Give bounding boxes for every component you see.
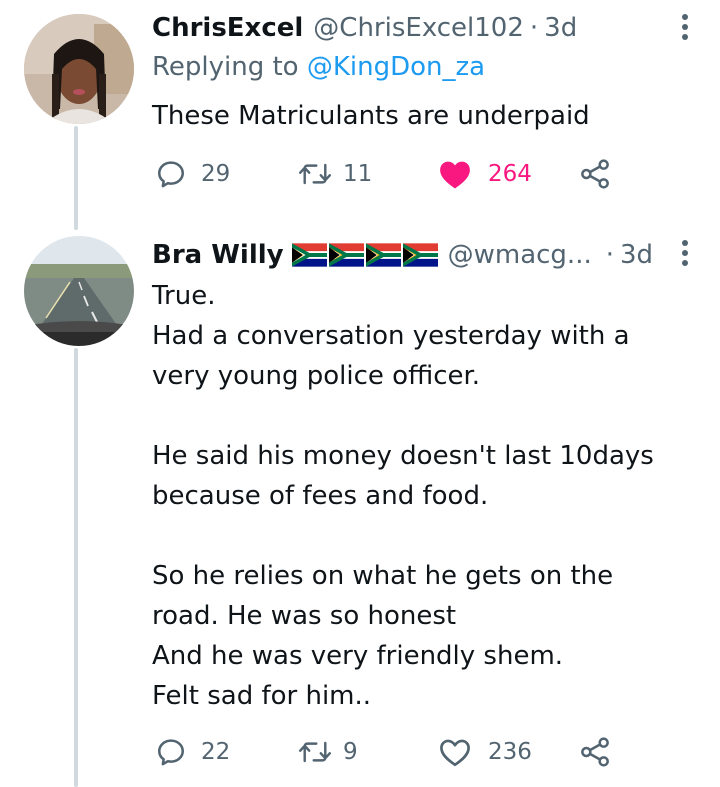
reply-icon bbox=[158, 739, 185, 766]
timestamp[interactable]: 3d bbox=[620, 240, 653, 270]
more-options-icon[interactable] bbox=[680, 240, 690, 266]
avatar[interactable] bbox=[24, 14, 134, 124]
retweet-icon bbox=[298, 163, 332, 185]
south-africa-flag-icon bbox=[291, 243, 327, 267]
reply-count: 22 bbox=[201, 739, 231, 765]
replying-to: Replying to @KingDon_za bbox=[152, 52, 485, 82]
more-options-icon[interactable] bbox=[680, 14, 690, 40]
display-name[interactable]: ChrisExcel bbox=[152, 13, 303, 43]
thread-line bbox=[74, 126, 78, 230]
heart-filled-icon bbox=[440, 161, 470, 189]
like-count: 264 bbox=[488, 161, 532, 187]
retweet-icon bbox=[298, 741, 332, 763]
south-africa-flag-icon bbox=[402, 243, 438, 267]
retweet-button[interactable]: 11 bbox=[297, 154, 372, 194]
mention-link[interactable]: @KingDon_za bbox=[307, 52, 485, 82]
thread-line bbox=[74, 348, 78, 787]
reply-icon bbox=[158, 161, 185, 188]
tweet-header: ChrisExcel @ChrisExcel102 · 3d bbox=[152, 10, 577, 46]
user-handle[interactable]: @wmacg... bbox=[448, 240, 592, 270]
like-button[interactable]: 264 bbox=[438, 154, 532, 194]
heart-outline-icon bbox=[440, 739, 470, 767]
user-handle[interactable]: @ChrisExcel102 bbox=[313, 13, 524, 43]
south-africa-flag-icon bbox=[328, 243, 364, 267]
separator-dot: · bbox=[529, 13, 539, 43]
retweet-count: 9 bbox=[343, 739, 358, 765]
tweet-text: These Matriculants are underpaid bbox=[152, 101, 590, 131]
tweet-header: Bra Willy @wmacg... · 3d bbox=[152, 237, 653, 273]
timestamp[interactable]: 3d bbox=[544, 13, 577, 43]
like-button[interactable]: 236 bbox=[438, 732, 532, 772]
like-count: 236 bbox=[488, 739, 532, 765]
reply-button[interactable]: 22 bbox=[155, 732, 230, 772]
south-africa-flag-icon bbox=[365, 243, 401, 267]
share-button[interactable] bbox=[579, 154, 611, 194]
retweet-button[interactable]: 9 bbox=[297, 732, 358, 772]
share-icon bbox=[581, 737, 609, 767]
replying-to-label: Replying to bbox=[152, 52, 307, 82]
flags-group bbox=[291, 243, 438, 267]
reply-button[interactable]: 29 bbox=[155, 154, 230, 194]
tweet-text: True. Had a conversation yesterday with … bbox=[152, 281, 654, 711]
share-icon bbox=[581, 159, 609, 189]
separator-dot: · bbox=[605, 240, 614, 270]
share-button[interactable] bbox=[579, 732, 611, 772]
display-name[interactable]: Bra Willy bbox=[152, 240, 284, 270]
retweet-count: 11 bbox=[343, 161, 373, 187]
reply-count: 29 bbox=[201, 161, 231, 187]
avatar[interactable] bbox=[24, 236, 134, 346]
